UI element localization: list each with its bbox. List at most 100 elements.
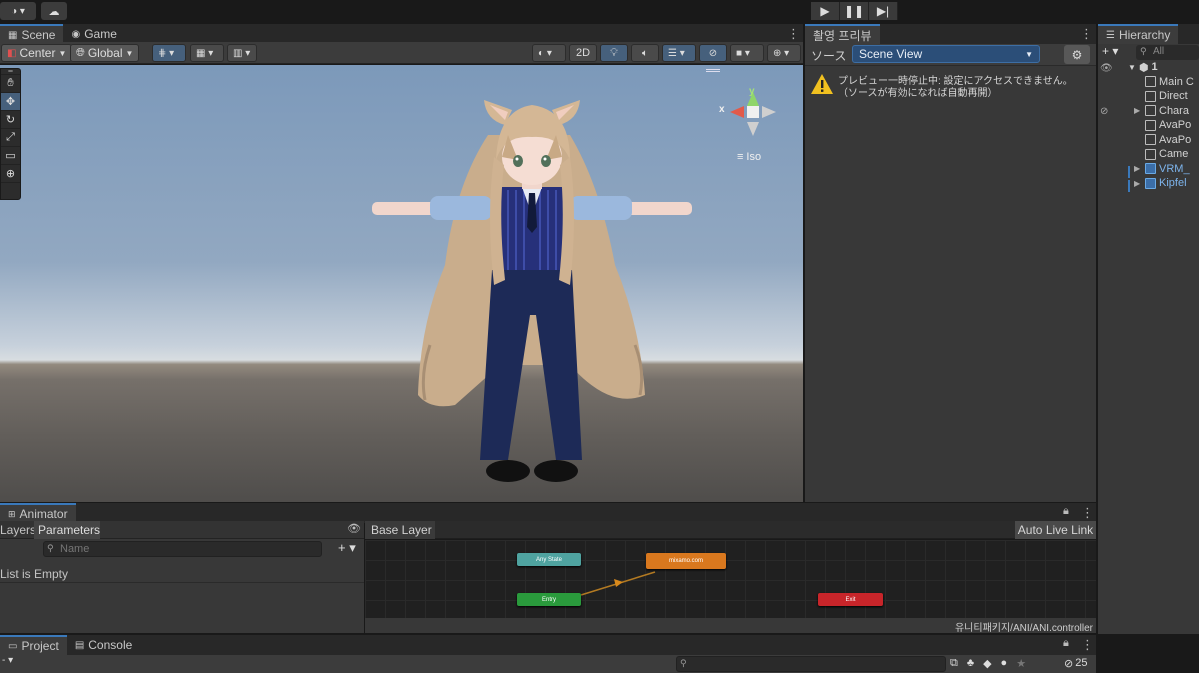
favorite-star-icon[interactable]: ★ <box>1016 657 1026 670</box>
type-filter-icon[interactable]: ♣ <box>967 657 974 669</box>
chevron-down-icon: ▼ <box>58 48 67 58</box>
space-dropdown[interactable]: 🌐︎ Global ▼ <box>70 44 140 62</box>
pause-button[interactable]: ❚❚ <box>840 2 869 20</box>
tab-console[interactable]: ▤ Console <box>67 635 140 655</box>
project-search-input[interactable] <box>676 656 946 672</box>
any-state-node[interactable]: Any State <box>517 553 581 566</box>
hierarchy-item[interactable]: ▶ VRM_ <box>1128 162 1194 177</box>
hierarchy-item-label: Kipfel <box>1159 177 1187 190</box>
account-dropdown[interactable]: ◑ ▾ <box>0 2 36 20</box>
gameobject-cube-icon <box>1145 76 1156 88</box>
transform-tool-button[interactable]: ⊕ <box>1 165 20 183</box>
hierarchy-item[interactable]: AvaPo <box>1128 133 1194 148</box>
effects-dropdown[interactable]: ☰ ▾ <box>662 44 696 62</box>
audio-toggle[interactable]: 🔈︎ <box>631 44 659 62</box>
scale-tool-button[interactable]: ⤢ <box>1 129 20 147</box>
hierarchy-item[interactable]: Came <box>1128 147 1194 162</box>
search-settings-icon[interactable]: ⧉ <box>950 657 958 670</box>
project-menu-icon[interactable]: ⋮ <box>1081 635 1094 655</box>
gameobject-cube-icon <box>1145 105 1156 117</box>
project-add-button[interactable]: - ▾ <box>2 655 13 666</box>
source-dropdown[interactable]: Scene View ▼ <box>852 45 1040 63</box>
eye-icon[interactable]: 👁︎ <box>347 522 361 535</box>
hidden-packages-toggle[interactable]: ⊘ 25 <box>1064 655 1087 671</box>
hierarchy-add-button[interactable]: + ▾ <box>1102 44 1118 58</box>
entry-node[interactable]: Entry <box>517 593 581 606</box>
toggle-2d-button[interactable]: 2D <box>569 44 597 62</box>
pivot-label: Center <box>19 46 56 60</box>
animator-tab-strip: ⊞ Animator <box>0 503 1096 523</box>
draw-mode-dropdown[interactable]: ◐ ▾ <box>532 44 566 62</box>
scene-name: 1 <box>1151 61 1158 74</box>
parameter-search[interactable]: ⚲ <box>43 541 322 557</box>
hierarchy-item[interactable]: AvaPo <box>1128 118 1194 133</box>
tab-scene[interactable]: ▦ Scene <box>0 24 64 44</box>
auto-live-link-toggle[interactable]: Auto Live Link <box>1015 521 1096 539</box>
rotate-tool-button[interactable]: ↻ <box>1 111 20 129</box>
overlay-handle[interactable] <box>706 69 720 72</box>
chevron-right-icon[interactable]: ▶ <box>1134 164 1142 173</box>
gizmos-dropdown[interactable]: ⊕ ▾ <box>767 44 801 62</box>
eye-slash-icon[interactable]: ⊘ <box>1100 106 1108 117</box>
scene-menu-icon[interactable]: ⋮ <box>787 24 800 44</box>
warning-filter-icon[interactable]: ● <box>1001 657 1008 669</box>
animator-menu-icon[interactable]: ⋮ <box>1081 503 1094 523</box>
scene-root-row[interactable]: ▼ ⬢ 1 <box>1128 60 1194 75</box>
lock-icon[interactable]: 🔒︎ <box>1063 637 1069 650</box>
breadcrumb[interactable]: Base Layer <box>365 521 435 539</box>
orientation-gizmo[interactable] <box>730 92 776 136</box>
source-value: Scene View <box>859 47 923 61</box>
grid-snap-toggle[interactable]: ▦ ▾ <box>190 44 224 62</box>
projection-toggle[interactable]: ≡ Iso <box>737 151 761 163</box>
empty-list-text: List is Empty <box>0 566 69 581</box>
tab-project[interactable]: ▭ Project <box>0 635 67 655</box>
chevron-down-icon: ▼ <box>125 48 134 58</box>
any-state-label: Any State <box>535 556 562 563</box>
preview-settings-button[interactable]: ⚙ <box>1064 45 1090 64</box>
gizmo-icon: ⊕ ▾ <box>773 47 790 59</box>
chevron-right-icon[interactable]: ▶ <box>1134 106 1142 115</box>
tab-parameters-label: Parameters <box>38 523 101 537</box>
tab-animator[interactable]: ⊞ Animator <box>0 503 76 523</box>
eye-icon[interactable]: 👁︎ <box>1100 63 1113 74</box>
cloud-button[interactable]: ☁ <box>41 2 67 20</box>
play-button[interactable]: ▶ <box>811 2 840 20</box>
scene-visibility-toggle[interactable]: ⊘ <box>699 44 727 62</box>
hand-tool-button[interactable]: ✋︎ <box>1 75 20 93</box>
state-machine-graph[interactable]: Any State mixamo.com Entry Exit <box>365 540 1096 618</box>
chevron-right-icon[interactable]: ▶ <box>1134 179 1142 188</box>
tab-parameters[interactable]: Parameters <box>34 521 100 539</box>
tab-hierarchy[interactable]: ☰ Hierarchy <box>1098 24 1179 44</box>
pivot-dropdown[interactable]: ◧ Center ▼ <box>1 44 73 62</box>
hierarchy-item[interactable]: Main C <box>1128 75 1194 90</box>
project-search[interactable]: ⚲ <box>676 656 946 672</box>
hierarchy-item[interactable]: ▶ Kipfel <box>1128 176 1194 191</box>
hierarchy-item[interactable]: ▶ Chara <box>1128 104 1194 119</box>
default-state-node[interactable]: mixamo.com <box>646 553 726 569</box>
chevron-down-icon: ▼ <box>1025 49 1033 59</box>
lighting-toggle[interactable]: 💡︎ <box>600 44 628 62</box>
scene-viewport[interactable]: y x ≡ Iso <box>0 65 803 502</box>
exit-node[interactable]: Exit <box>818 593 883 606</box>
rect-tool-button[interactable]: ▭ <box>1 147 20 165</box>
tab-preview[interactable]: 촬영 프리뷰 <box>805 24 880 44</box>
shaded-sphere-icon: ◐ ▾ <box>538 47 552 59</box>
tab-game[interactable]: ◉ Game <box>63 24 124 44</box>
hierarchy-search[interactable]: ⚲ All <box>1136 45 1199 60</box>
move-tool-button[interactable]: ✥ <box>1 93 20 111</box>
increment-snap-toggle[interactable]: ▥ ▾ <box>227 44 257 62</box>
parameter-search-input[interactable] <box>43 541 322 557</box>
add-parameter-button[interactable]: + ▾ <box>338 540 356 556</box>
plus-icon: + ▾ <box>1102 44 1119 58</box>
space-label: Global <box>87 46 123 60</box>
tab-layers[interactable]: Layers <box>0 521 36 539</box>
snap-toggle[interactable]: ⋕ ▾ <box>152 44 186 62</box>
transition-arrow <box>580 571 656 596</box>
label-filter-icon[interactable]: ◆ <box>983 657 991 670</box>
lock-icon[interactable]: 🔒︎ <box>1063 505 1069 518</box>
step-button[interactable]: ▶| <box>869 2 898 20</box>
avatar-model <box>372 92 776 482</box>
camera-dropdown[interactable]: ■ ▾ <box>730 44 764 62</box>
hierarchy-item[interactable]: Direct <box>1128 89 1194 104</box>
preview-menu-icon[interactable]: ⋮ <box>1080 24 1093 44</box>
